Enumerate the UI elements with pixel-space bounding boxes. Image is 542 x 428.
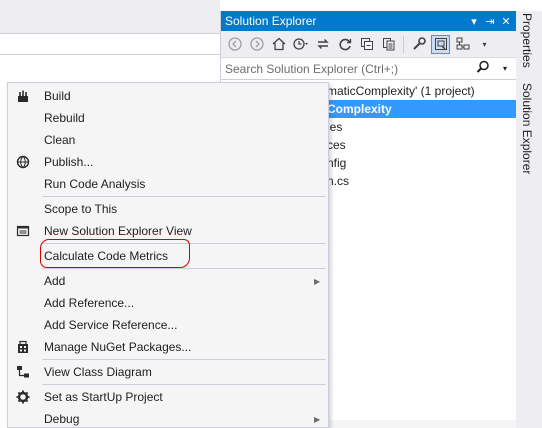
menu-item-debug[interactable]: Debug ▶ <box>8 408 328 427</box>
menu-item-set-as-startup-project[interactable]: Set as StartUp Project <box>8 386 328 408</box>
menu-separator <box>42 268 326 269</box>
toolbar-separator <box>403 35 404 53</box>
menu-item-run-code-analysis[interactable]: Run Code Analysis <box>8 173 328 195</box>
project-context-menu: Build Rebuild Clean Publish... Run Code … <box>7 82 329 428</box>
menu-separator <box>42 243 326 244</box>
back-arrow-icon[interactable] <box>225 35 244 54</box>
menu-item-label: Add <box>44 274 66 288</box>
menu-item-label: Debug <box>44 412 80 426</box>
editor-navigation-bar[interactable] <box>0 33 220 55</box>
close-icon[interactable]: ✕ <box>500 15 512 28</box>
editor-tab-strip <box>0 0 220 33</box>
refresh-icon[interactable] <box>335 35 354 54</box>
menu-item-view-class-diagram[interactable]: View Class Diagram <box>8 361 328 383</box>
properties-wrench-icon[interactable] <box>409 35 428 54</box>
tab-properties[interactable]: Properties <box>518 11 536 70</box>
forward-arrow-icon[interactable] <box>247 35 266 54</box>
gear-icon <box>8 386 38 408</box>
menu-separator <box>42 384 326 385</box>
menu-separator <box>42 196 326 197</box>
menu-item-label: Rebuild <box>44 111 85 125</box>
preview-icon[interactable] <box>431 34 450 54</box>
menu-item-calculate-code-metrics[interactable]: Calculate Code Metrics <box>8 245 328 267</box>
solution-explorer-titlebar[interactable]: Solution Explorer ▾ ⇥ ✕ <box>221 11 516 31</box>
nuget-icon <box>8 336 38 358</box>
solution-explorer-toolbar: ▾ <box>221 31 516 58</box>
window-position-dropdown-icon[interactable]: ▾ <box>468 15 480 28</box>
menu-item-label: Publish... <box>44 155 94 169</box>
menu-item-clean[interactable]: Clean <box>8 129 328 151</box>
collapse-all-icon[interactable] <box>357 35 376 54</box>
side-tab-strip: Properties Solution Explorer <box>516 11 542 428</box>
menu-item-build[interactable]: Build <box>8 85 328 107</box>
menu-item-label: Calculate Code Metrics <box>44 249 169 263</box>
menu-item-scope-to-this[interactable]: Scope to This <box>8 198 328 220</box>
sync-icon[interactable] <box>313 35 332 54</box>
show-all-files-icon[interactable] <box>379 35 398 54</box>
menu-item-label: View Class Diagram <box>44 365 152 379</box>
submenu-arrow-icon: ▶ <box>314 276 321 286</box>
tab-solution-explorer[interactable]: Solution Explorer <box>518 81 536 176</box>
menu-item-new-solution-explorer-view[interactable]: New Solution Explorer View <box>8 220 328 242</box>
menu-item-add-reference[interactable]: Add Reference... <box>8 292 328 314</box>
menu-item-rebuild[interactable]: Rebuild <box>8 107 328 129</box>
menu-item-label: Add Reference... <box>44 296 135 310</box>
menu-item-label: Build <box>44 89 71 103</box>
class-view-icon[interactable] <box>453 35 472 54</box>
menu-item-publish[interactable]: Publish... <box>8 151 328 173</box>
menu-item-label: Run Code Analysis <box>44 177 146 191</box>
search-options-dropdown-icon[interactable]: ▾ <box>494 64 516 73</box>
menu-item-label: Manage NuGet Packages... <box>44 340 192 354</box>
new-window-icon <box>8 220 38 242</box>
menu-separator <box>42 359 326 360</box>
auto-hide-pin-icon[interactable]: ⇥ <box>484 15 496 28</box>
menu-item-label: Clean <box>44 133 76 147</box>
menu-item-label: Scope to This <box>44 202 118 216</box>
menu-item-label: New Solution Explorer View <box>44 224 192 238</box>
home-icon[interactable] <box>269 35 288 54</box>
menu-item-manage-nuget-packages[interactable]: Manage NuGet Packages... <box>8 336 328 358</box>
menu-item-label: Add Service Reference... <box>44 318 178 332</box>
menu-item-label: Set as StartUp Project <box>44 390 163 404</box>
search-icon[interactable] <box>472 60 494 77</box>
submenu-arrow-icon: ▶ <box>314 414 321 424</box>
search-input[interactable]: Search Solution Explorer (Ctrl+;) <box>225 62 472 76</box>
menu-item-add-service-reference[interactable]: Add Service Reference... <box>8 314 328 336</box>
class-diagram-icon <box>8 361 38 383</box>
solution-explorer-search[interactable]: Search Solution Explorer (Ctrl+;) ▾ <box>221 58 516 80</box>
solution-explorer-title: Solution Explorer <box>225 14 317 28</box>
menu-item-add[interactable]: Add ▶ <box>8 270 328 292</box>
build-icon <box>8 85 38 107</box>
history-icon[interactable] <box>291 35 310 54</box>
publish-globe-icon <box>8 151 38 173</box>
toolbar-overflow-icon[interactable]: ▾ <box>475 35 494 54</box>
